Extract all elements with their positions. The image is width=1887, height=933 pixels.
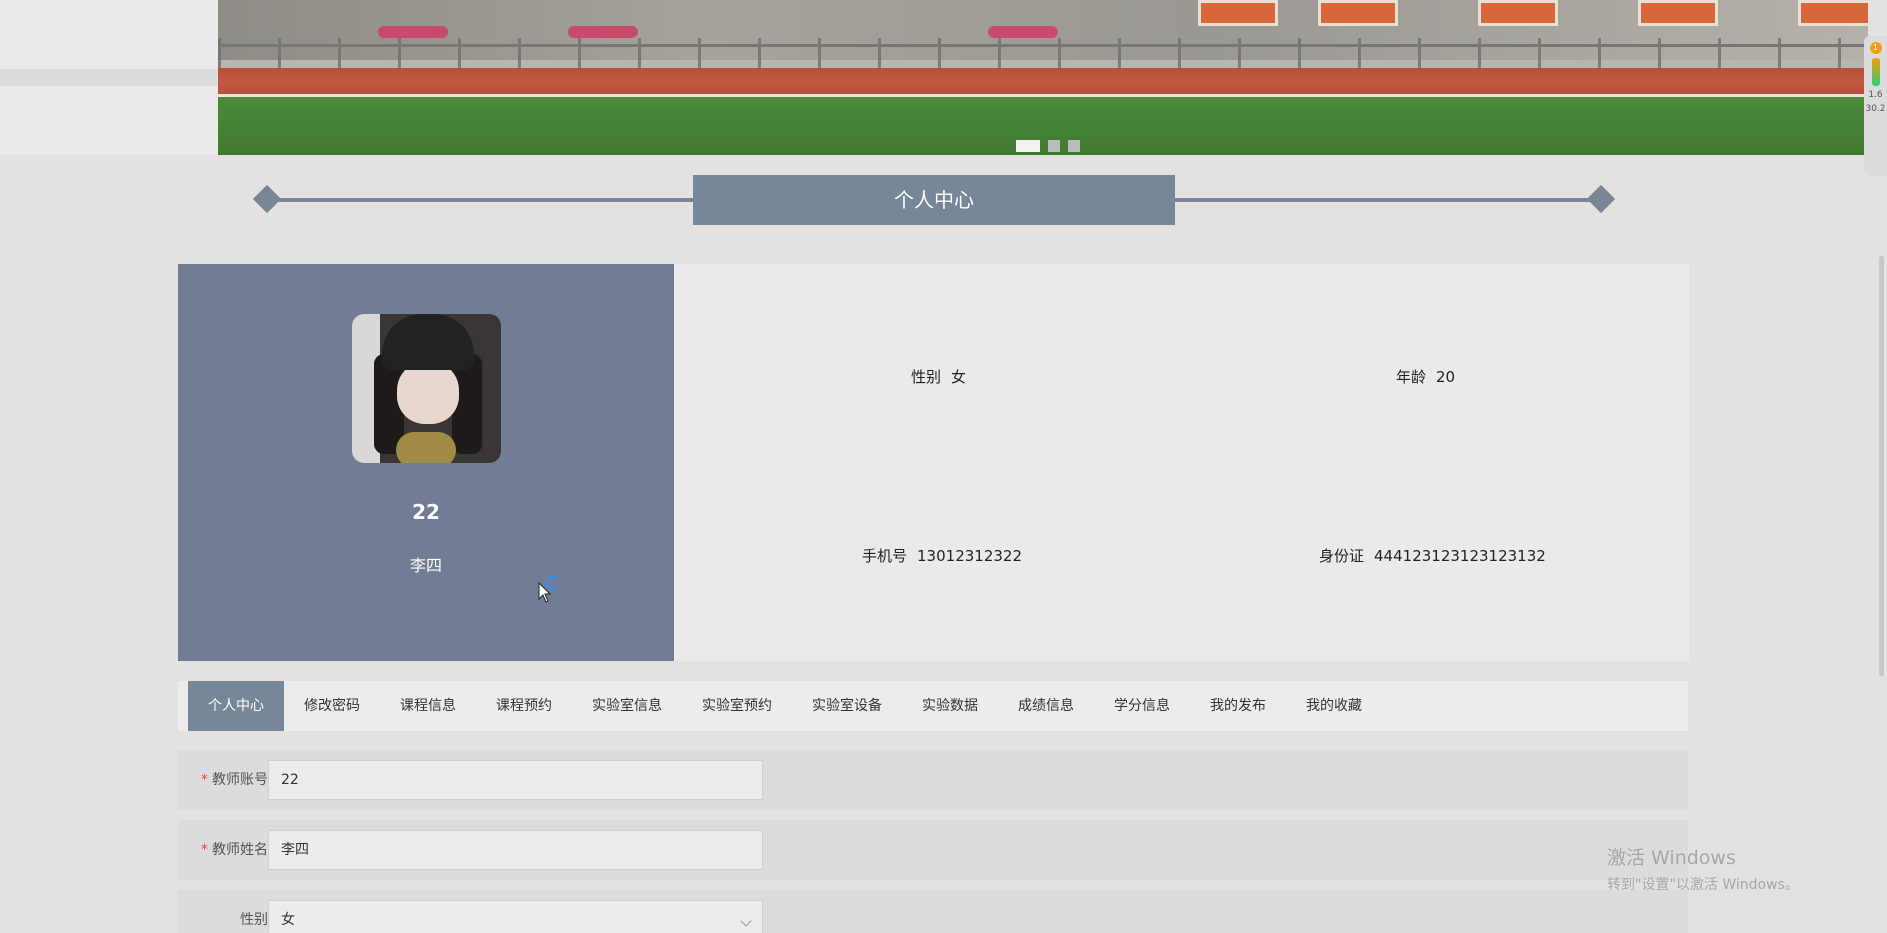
section-title: 个人中心 [693,175,1175,225]
tab-change-password[interactable]: 修改密码 [284,681,380,731]
name-label: * 教师姓名 [178,820,268,880]
banner-fence-rail [218,44,1868,47]
tab-credit-info[interactable]: 学分信息 [1094,681,1190,731]
tab-course-info[interactable]: 课程信息 [380,681,476,731]
mouse-pointer-icon [538,582,552,603]
gender-label: 性别 [240,912,268,928]
tab-lab-info[interactable]: 实验室信息 [572,681,682,731]
widget-badge: 1 [1869,42,1882,54]
profile-details-panel: 性别女 年龄 20 手机号 13012312322 身份证 4441231231231… [674,264,1689,661]
carousel-dot-3[interactable] [1068,140,1080,152]
info-id: 身份证 444123123123123132 [1319,545,1546,566]
profile-tabs: 个人中心 修改密码 课程信息 课程预约 实验室信息 实验室预约 实验室设备 实验… [178,681,1688,731]
avatar [352,314,501,463]
widget-bar-icon [1871,58,1880,86]
carousel-dot-2[interactable] [1048,140,1060,152]
tab-lab-data[interactable]: 实验数据 [902,681,998,731]
left-sidebar-strip [0,0,218,155]
banner-fence [218,38,1868,70]
info-phone: 手机号 13012312322 [862,545,1022,566]
windows-activation-watermark: 激活 Windows 转到"设置"以激活 Windows。 [1607,843,1799,894]
info-gender-value: 女 [951,368,967,386]
info-gender-label: 性别 [911,368,942,386]
profile-summary-panel: 22 李四 [178,264,674,661]
floating-widget[interactable]: 1 1.6 30.2 [1864,36,1887,176]
banner-carousel[interactable] [218,0,1868,155]
required-mark: * [201,772,208,788]
banner-flowerbed [378,26,448,38]
widget-text: 30.2 [1865,104,1886,114]
title-line-left [266,198,693,202]
tab-personal-center[interactable]: 个人中心 [188,681,284,731]
info-id-value: 444123123123123132 [1374,547,1546,565]
info-age-value: 20 [1436,368,1456,386]
banner-flowerbed [568,26,638,38]
gender-select-value: 女 [281,912,295,928]
form-row-gender: 性别 女 [178,890,1688,933]
widget-text: 1.6 [1868,90,1883,100]
scrollbar[interactable] [1879,256,1884,676]
title-diamond-right [1586,184,1616,214]
tab-course-booking[interactable]: 课程预约 [476,681,572,731]
gender-select[interactable]: 女 [268,900,763,933]
avatar-toy [396,432,456,463]
chevron-down-icon [740,915,752,927]
banner-flowerbed [988,26,1058,38]
required-mark: * [201,842,208,858]
banner-board [1798,0,1868,26]
profile-account: 22 [412,500,440,524]
tab-lab-booking[interactable]: 实验室预约 [682,681,792,731]
tab-grade-info[interactable]: 成绩信息 [998,681,1094,731]
name-input[interactable]: 李四 [268,830,763,870]
avatar-face [397,362,459,424]
info-id-label: 身份证 [1319,547,1365,565]
avatar-hat [382,314,474,370]
banner-board [1198,0,1278,26]
form-row-name: * 教师姓名 李四 [178,820,1688,880]
tab-lab-equipment[interactable]: 实验室设备 [792,681,902,731]
info-phone-label: 手机号 [862,547,908,565]
info-gender: 性别女 [911,366,966,387]
watermark-title: 激活 Windows [1607,847,1736,869]
info-age: 年龄 20 [1396,366,1455,387]
banner-board [1318,0,1398,26]
banner-board [1638,0,1718,26]
carousel-dots [1016,140,1080,152]
tab-my-posts[interactable]: 我的发布 [1190,681,1286,731]
info-age-label: 年龄 [1396,368,1427,386]
account-label-text: 教师账号 [212,772,268,788]
banner-board [1478,0,1558,26]
carousel-dot-1[interactable] [1016,140,1040,152]
tab-my-favorites[interactable]: 我的收藏 [1286,681,1382,731]
sidebar-band [0,69,218,86]
form-row-account: * 教师账号 22 [178,750,1688,810]
profile-name: 李四 [409,556,442,575]
account-input[interactable]: 22 [268,760,763,800]
account-label: * 教师账号 [178,750,268,810]
name-label-text: 教师姓名 [212,842,268,858]
info-phone-value: 13012312322 [917,547,1022,565]
title-line-right [1175,198,1600,202]
watermark-subtitle: 转到"设置"以激活 Windows。 [1607,877,1799,893]
